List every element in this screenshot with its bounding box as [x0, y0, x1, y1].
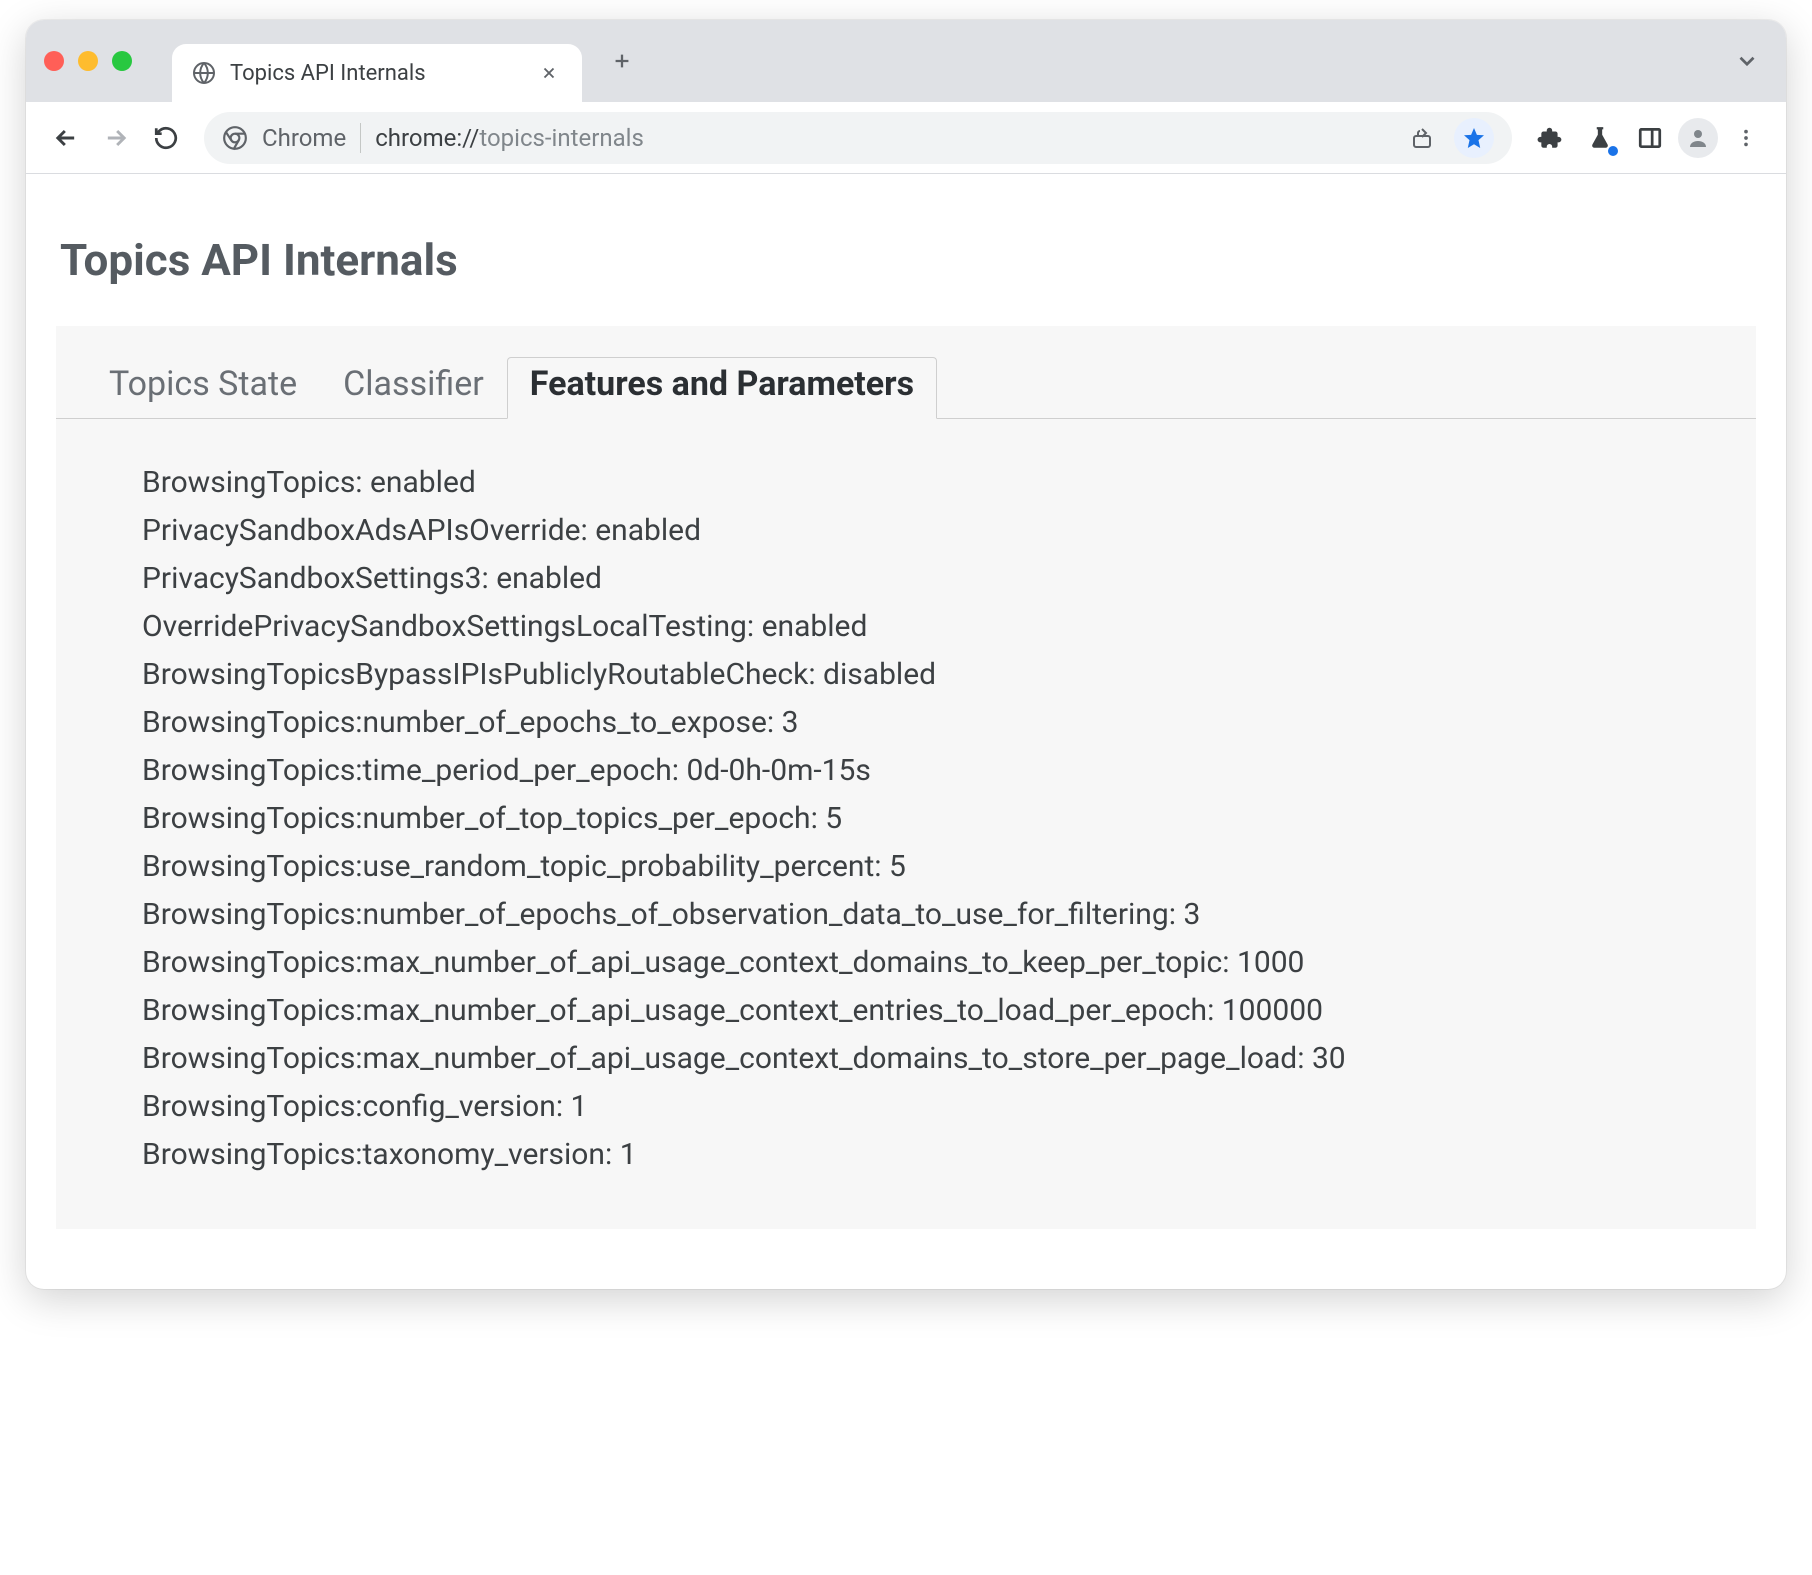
url-path: topics-internals — [479, 124, 644, 152]
feature-row: BrowsingTopics:number_of_top_topics_per_… — [142, 795, 1736, 843]
feature-row: BrowsingTopicsBypassIPIsPubliclyRoutable… — [142, 651, 1736, 699]
forward-button[interactable] — [94, 116, 138, 160]
globe-icon — [192, 61, 216, 85]
page-content: Topics API Internals Topics State Classi… — [26, 174, 1786, 1289]
feature-row: BrowsingTopics:config_version: 1 — [142, 1083, 1736, 1131]
share-button[interactable] — [1400, 116, 1444, 160]
url-text: chrome://topics-internals — [375, 124, 644, 152]
tab-features-and-parameters[interactable]: Features and Parameters — [507, 357, 937, 419]
feature-row: BrowsingTopics:use_random_topic_probabil… — [142, 843, 1736, 891]
labs-button[interactable] — [1578, 116, 1622, 160]
labs-notification-dot — [1608, 146, 1618, 156]
feature-row: BrowsingTopics:max_number_of_api_usage_c… — [142, 987, 1736, 1035]
titlebar: Topics API Internals — [26, 20, 1786, 102]
feature-row: BrowsingTopics:number_of_epochs_of_obser… — [142, 891, 1736, 939]
toolbar: Chrome chrome://topics-internals — [26, 102, 1786, 174]
tab-classifier[interactable]: Classifier — [320, 357, 507, 419]
page-title: Topics API Internals — [60, 234, 1756, 286]
bookmark-button[interactable] — [1454, 118, 1494, 158]
feature-row: BrowsingTopics: enabled — [142, 459, 1736, 507]
window-close-button[interactable] — [44, 51, 64, 71]
feature-row: BrowsingTopics:number_of_epochs_to_expos… — [142, 699, 1736, 747]
side-panel-button[interactable] — [1628, 116, 1672, 160]
menu-button[interactable] — [1724, 116, 1768, 160]
url-host: chrome:// — [375, 124, 479, 152]
feature-row: BrowsingTopics:time_period_per_epoch: 0d… — [142, 747, 1736, 795]
feature-list: BrowsingTopics: enabled PrivacySandboxAd… — [56, 419, 1756, 1179]
tab-topics-state[interactable]: Topics State — [86, 357, 320, 419]
reload-button[interactable] — [144, 116, 188, 160]
feature-row: PrivacySandboxSettings3: enabled — [142, 555, 1736, 603]
tab-close-button[interactable] — [536, 64, 562, 82]
address-bar[interactable]: Chrome chrome://topics-internals — [204, 112, 1512, 164]
feature-row: BrowsingTopics:max_number_of_api_usage_c… — [142, 1035, 1736, 1083]
new-tab-button[interactable] — [602, 41, 642, 81]
url-scheme-label: Chrome — [262, 124, 346, 152]
browser-window: Topics API Internals — [26, 20, 1786, 1289]
extensions-button[interactable] — [1528, 116, 1572, 160]
browser-tab[interactable]: Topics API Internals — [172, 44, 582, 102]
panel: Topics State Classifier Features and Par… — [56, 326, 1756, 1229]
tab-title: Topics API Internals — [230, 61, 426, 86]
chrome-icon — [222, 125, 248, 151]
feature-row: BrowsingTopics:max_number_of_api_usage_c… — [142, 939, 1736, 987]
window-maximize-button[interactable] — [112, 51, 132, 71]
profile-button[interactable] — [1678, 118, 1718, 158]
feature-row: OverridePrivacySandboxSettingsLocalTesti… — [142, 603, 1736, 651]
window-minimize-button[interactable] — [78, 51, 98, 71]
omnibox-divider — [360, 123, 361, 153]
feature-row: PrivacySandboxAdsAPIsOverride: enabled — [142, 507, 1736, 555]
feature-row: BrowsingTopics:taxonomy_version: 1 — [142, 1131, 1736, 1179]
window-controls — [44, 51, 132, 71]
panel-tabs: Topics State Classifier Features and Par… — [56, 326, 1756, 419]
tabs-dropdown-button[interactable] — [1726, 40, 1768, 82]
back-button[interactable] — [44, 116, 88, 160]
